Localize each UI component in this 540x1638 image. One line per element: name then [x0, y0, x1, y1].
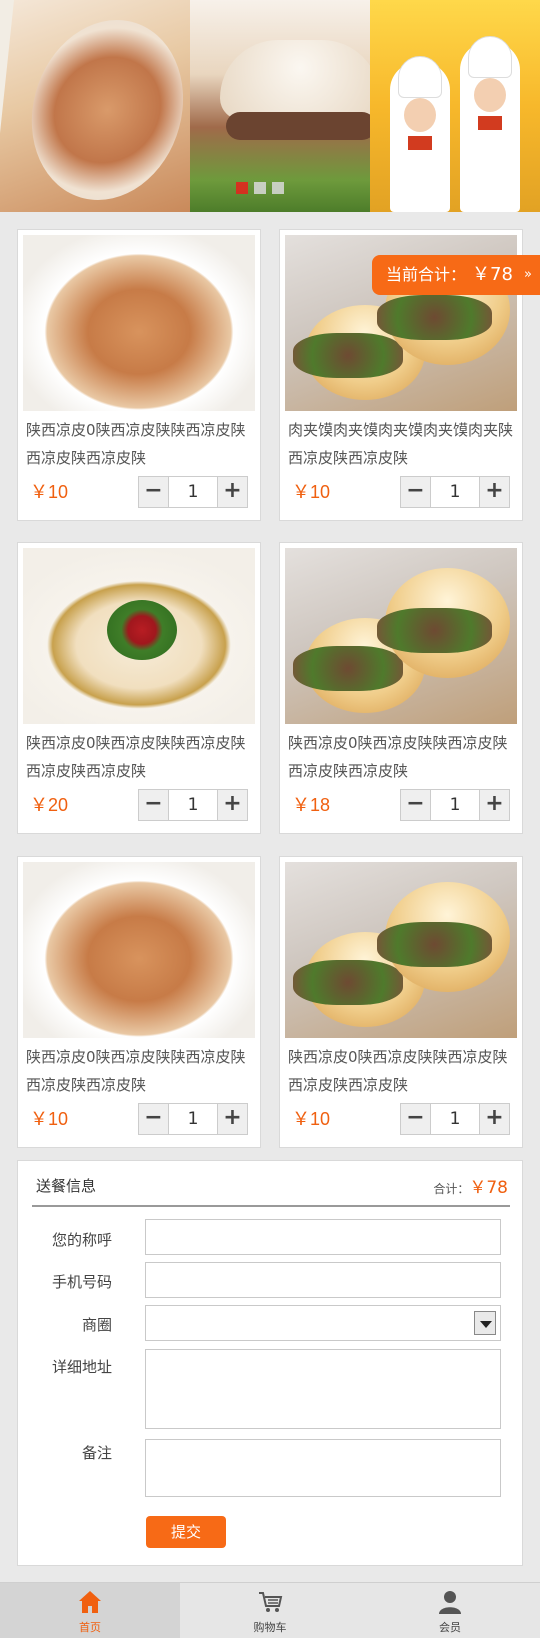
delivery-header: 送餐信息 合计：￥78 [32, 1161, 510, 1207]
quantity-stepper[interactable]: − 1 + [400, 789, 510, 821]
address-label: 详细地址 [51, 1358, 112, 1376]
product-name[interactable]: 陕西凉皮0陕西凉皮陕陕西凉皮陕西凉皮陕西凉皮陕 [288, 1043, 516, 1099]
tab-member-label: 会员 [439, 1621, 461, 1634]
tab-cart-label: 购物车 [253, 1621, 287, 1634]
minus-button[interactable]: − [139, 790, 169, 820]
dropdown-arrow-icon[interactable] [474, 1311, 496, 1335]
product-name[interactable]: 陕西凉皮0陕西凉皮陕陕西凉皮陕西凉皮陕西凉皮陕 [26, 416, 254, 472]
bottom-tab-bar: 首页 购物车 会员 [0, 1582, 540, 1638]
name-label: 您的称呼 [51, 1231, 112, 1249]
user-icon [439, 1591, 461, 1614]
minus-button[interactable]: − [401, 1104, 431, 1134]
tab-home-label: 首页 [79, 1621, 101, 1634]
floating-total-button[interactable]: 当前合计： ￥78 » [372, 255, 540, 295]
note-textarea[interactable] [145, 1439, 501, 1497]
minus-button[interactable]: − [401, 477, 431, 507]
submit-button[interactable]: 提交 [146, 1516, 226, 1548]
minus-button[interactable]: − [139, 477, 169, 507]
banner-patty [226, 112, 376, 140]
plus-button[interactable]: + [217, 790, 247, 820]
product-image[interactable] [285, 548, 517, 724]
quantity-value[interactable]: 1 [169, 477, 217, 507]
product-name[interactable]: 陕西凉皮0陕西凉皮陕陕西凉皮陕西凉皮陕西凉皮陕 [288, 729, 516, 785]
banner-chefs-image [370, 0, 540, 212]
banner-carousel[interactable] [0, 0, 540, 212]
product-price: ￥18 [292, 795, 331, 815]
district-select[interactable] [145, 1305, 501, 1341]
product-price: ￥10 [30, 482, 69, 502]
quantity-value[interactable]: 1 [431, 1104, 479, 1134]
product-image[interactable] [23, 862, 255, 1038]
district-label: 商圈 [81, 1316, 112, 1334]
tab-member[interactable]: 会员 [360, 1583, 540, 1638]
plus-button[interactable]: + [217, 477, 247, 507]
banner-noodle-image [0, 0, 215, 212]
phone-label: 手机号码 [51, 1273, 112, 1291]
product-card[interactable]: 陕西凉皮0陕西凉皮陕陕西凉皮陕西凉皮陕西凉皮陕 ￥20 − 1 + [17, 542, 261, 834]
quantity-value[interactable]: 1 [431, 477, 479, 507]
plus-button[interactable]: + [479, 790, 509, 820]
plus-button[interactable]: + [479, 1104, 509, 1134]
delivery-title: 送餐信息 [36, 1177, 97, 1195]
cart-icon [259, 1592, 283, 1612]
quantity-stepper[interactable]: − 1 + [138, 789, 248, 821]
product-image[interactable] [23, 235, 255, 411]
carousel-dot-1[interactable] [236, 182, 248, 194]
carousel-dot-3[interactable] [272, 182, 284, 194]
product-card[interactable]: 陕西凉皮0陕西凉皮陕陕西凉皮陕西凉皮陕西凉皮陕 ￥10 − 1 + [279, 856, 523, 1148]
plus-button[interactable]: + [217, 1104, 247, 1134]
quantity-stepper[interactable]: − 1 + [400, 476, 510, 508]
quantity-stepper[interactable]: − 1 + [400, 1103, 510, 1135]
floating-total-label: 当前合计： [386, 265, 467, 284]
note-label: 备注 [81, 1444, 112, 1462]
quantity-stepper[interactable]: − 1 + [138, 1103, 248, 1135]
product-price: ￥10 [292, 1109, 331, 1129]
product-name[interactable]: 肉夹馍肉夹馍肉夹馍肉夹馍肉夹陕西凉皮陕西凉皮陕 [288, 416, 516, 472]
double-chevron-right-icon: » [524, 267, 532, 282]
quantity-stepper[interactable]: − 1 + [138, 476, 248, 508]
address-textarea[interactable] [145, 1349, 501, 1429]
banner-bun [220, 40, 380, 120]
product-card[interactable]: 陕西凉皮0陕西凉皮陕陕西凉皮陕西凉皮陕西凉皮陕 ￥10 − 1 + [17, 229, 261, 521]
product-image[interactable] [23, 548, 255, 724]
carousel-dot-2[interactable] [254, 182, 266, 194]
product-price: ￥20 [30, 795, 69, 815]
delivery-sum-label: 合计： [433, 1182, 470, 1196]
tab-home[interactable]: 首页 [0, 1583, 180, 1638]
carousel-dots[interactable] [236, 182, 284, 194]
delivery-sum: 合计：￥78 [433, 1173, 508, 1198]
quantity-value[interactable]: 1 [431, 790, 479, 820]
minus-button[interactable]: − [139, 1104, 169, 1134]
delivery-sum-value: ￥78 [469, 1178, 508, 1198]
product-price: ￥10 [30, 1109, 69, 1129]
quantity-value[interactable]: 1 [169, 790, 217, 820]
product-image[interactable] [285, 862, 517, 1038]
home-icon [79, 1591, 101, 1613]
tab-cart[interactable]: 购物车 [180, 1583, 360, 1638]
product-card[interactable]: 陕西凉皮0陕西凉皮陕陕西凉皮陕西凉皮陕西凉皮陕 ￥18 − 1 + [279, 542, 523, 834]
phone-input[interactable] [145, 1262, 501, 1298]
minus-button[interactable]: − [401, 790, 431, 820]
product-card[interactable]: 陕西凉皮0陕西凉皮陕陕西凉皮陕西凉皮陕西凉皮陕 ￥10 − 1 + [17, 856, 261, 1148]
plus-button[interactable]: + [479, 477, 509, 507]
delivery-form: 送餐信息 合计：￥78 您的称呼 手机号码 商圈 详细地址 备注 提交 [17, 1160, 523, 1566]
name-input[interactable] [145, 1219, 501, 1255]
product-name[interactable]: 陕西凉皮0陕西凉皮陕陕西凉皮陕西凉皮陕西凉皮陕 [26, 1043, 254, 1099]
product-name[interactable]: 陕西凉皮0陕西凉皮陕陕西凉皮陕西凉皮陕西凉皮陕 [26, 729, 254, 785]
quantity-value[interactable]: 1 [169, 1104, 217, 1134]
floating-total-amount: ￥78 [472, 264, 513, 285]
product-price: ￥10 [292, 482, 331, 502]
